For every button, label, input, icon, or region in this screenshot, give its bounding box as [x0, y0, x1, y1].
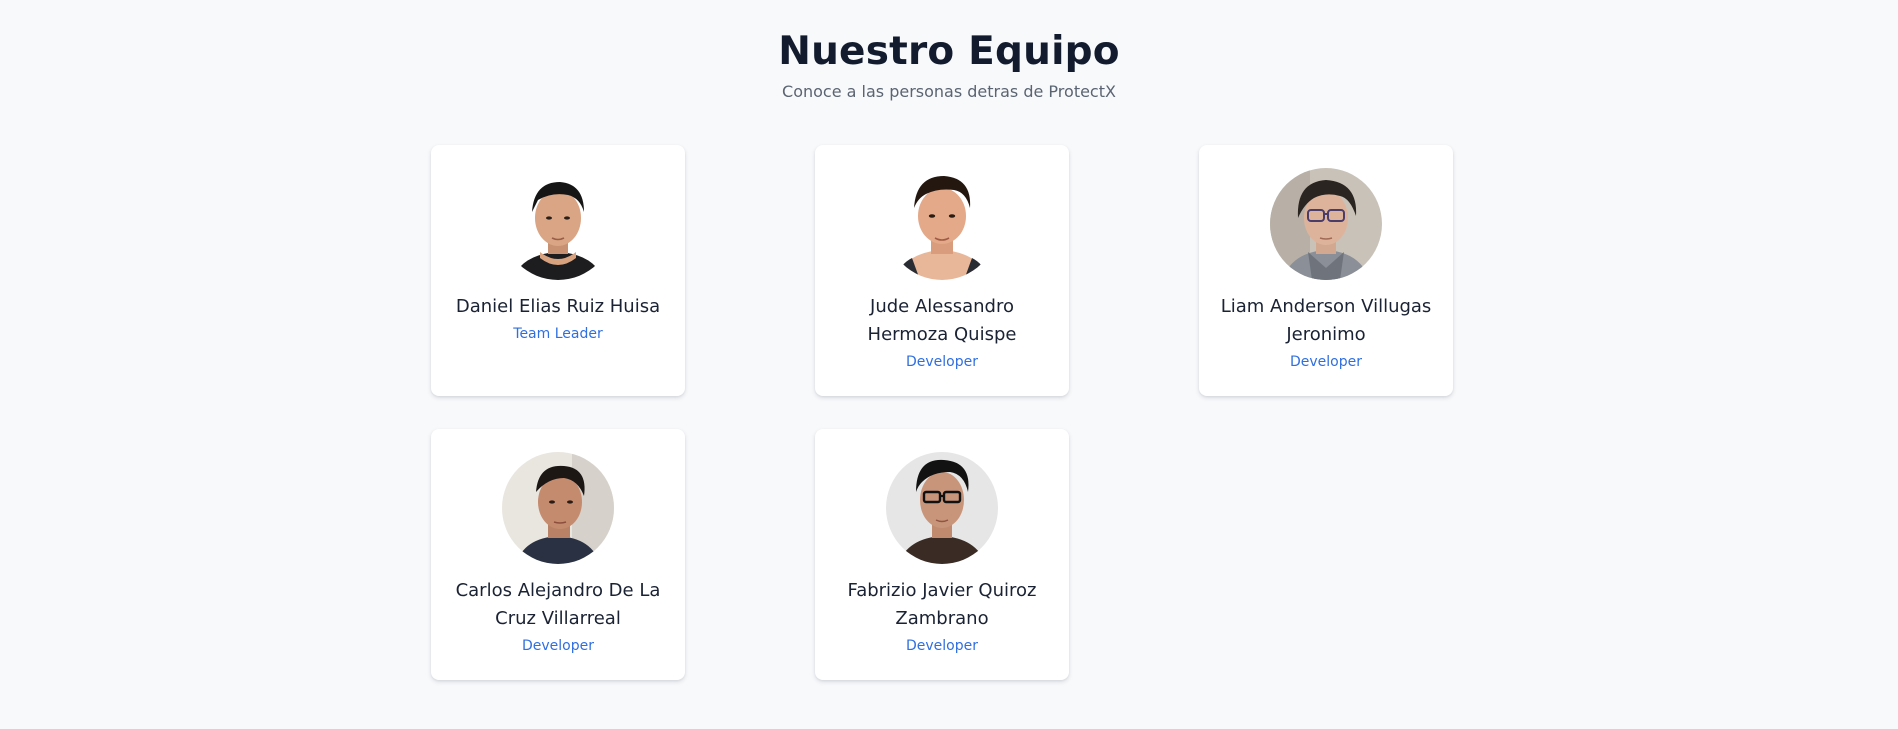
member-photo [886, 452, 998, 564]
member-role: Developer [905, 638, 978, 654]
member-name: Carlos Alejandro De La Cruz Villarreal [455, 580, 661, 629]
team-member-card: Jude Alessandro Hermoza Quispe Developer [815, 145, 1069, 396]
page-subtitle: Conoce a las personas detras de ProtectX [782, 82, 1116, 101]
team-member-card: Carlos Alejandro De La Cruz Villarreal D… [431, 429, 685, 680]
team-member-card: Daniel Elias Ruiz Huisa Team Leader [431, 145, 685, 396]
member-photo [1270, 168, 1382, 280]
member-role: Developer [1289, 354, 1362, 370]
team-member-card: Liam Anderson Villugas Jeronimo Develope… [1199, 145, 1453, 396]
member-role: Team Leader [513, 326, 603, 342]
member-photo [886, 168, 998, 280]
member-name: Jude Alessandro Hermoza Quispe [867, 296, 1017, 345]
member-photo [502, 452, 614, 564]
team-section: Nuestro Equipo Conoce a las personas det… [0, 0, 1898, 729]
member-role: Developer [521, 638, 594, 654]
page-title: Nuestro Equipo [778, 29, 1120, 74]
member-photo [502, 168, 614, 280]
member-name: Daniel Elias Ruiz Huisa [455, 296, 661, 317]
member-name: Liam Anderson Villugas Jeronimo [1220, 296, 1432, 345]
member-role: Developer [905, 354, 978, 370]
team-member-card: Fabrizio Javier Quiroz Zambrano Develope… [815, 429, 1069, 680]
member-name: Fabrizio Javier Quiroz Zambrano [847, 580, 1037, 629]
